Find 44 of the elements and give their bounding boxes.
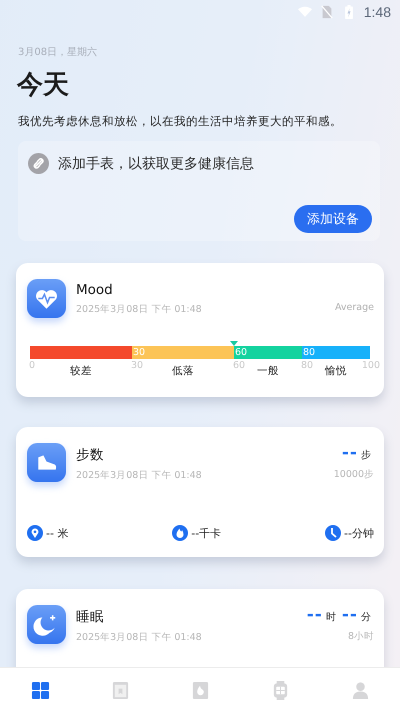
stat-value: --分钟 [344,526,374,540]
timestamp: 2025年3月08日 下午 01:48 [76,303,203,316]
prompt-text: 添加手表，以获取更多健康信息 [58,154,254,172]
segment-value: 30 [133,346,146,359]
goal-label: 10000步 [334,468,374,481]
segment-value: 80 [303,346,316,359]
person-icon[interactable] [350,680,370,700]
location-pin-icon [27,525,43,541]
card-title: 睡眠 [76,608,105,626]
grid-icon[interactable] [30,680,50,700]
flame-icon[interactable] [190,680,210,700]
page-title: 今天 [17,69,70,102]
subtitle-text: 我优先考虑休息和放松，以在我的生活中培养更大的平和感。 [18,114,343,129]
hours-value: -- [306,608,323,622]
category-label: 愉悦 [325,364,347,378]
steps-value: -- [342,446,358,460]
shoe-icon [27,443,66,482]
goal-label: 8小时 [348,630,374,643]
flame-icon [172,525,188,541]
clock-icon [325,525,342,541]
category-label: 较差 [70,364,92,378]
no-sim-icon [320,5,334,19]
unit-label: 分 [361,611,371,624]
date-label: 3月08日，星期六 [18,46,98,59]
category-label: 一般 [257,364,279,378]
wifi-icon [298,5,312,19]
timestamp: 2025年3月08日 下午 01:48 [76,631,203,644]
stat-value: -- 米 [46,526,68,540]
unit-label: 时 [326,610,336,624]
card-title: Mood [76,282,114,298]
timestamp: 2025年3月08日 下午 01:48 [76,469,203,482]
stat-value: --千卡 [191,526,222,540]
minutes-value: -- [342,608,358,622]
moon-icon [27,605,66,644]
mood-summary: Average [334,302,374,313]
segment-value: 60 [235,346,248,359]
heart-pulse-icon [27,279,66,318]
book-icon[interactable] [110,680,130,700]
unit-label: 步 [361,448,371,462]
category-label: 低落 [172,364,194,378]
clock-time: 1:48 [364,4,391,20]
link-icon [28,153,49,174]
add-device-button[interactable]: 添加设备 [294,205,372,233]
card-title: 步数 [76,446,105,464]
